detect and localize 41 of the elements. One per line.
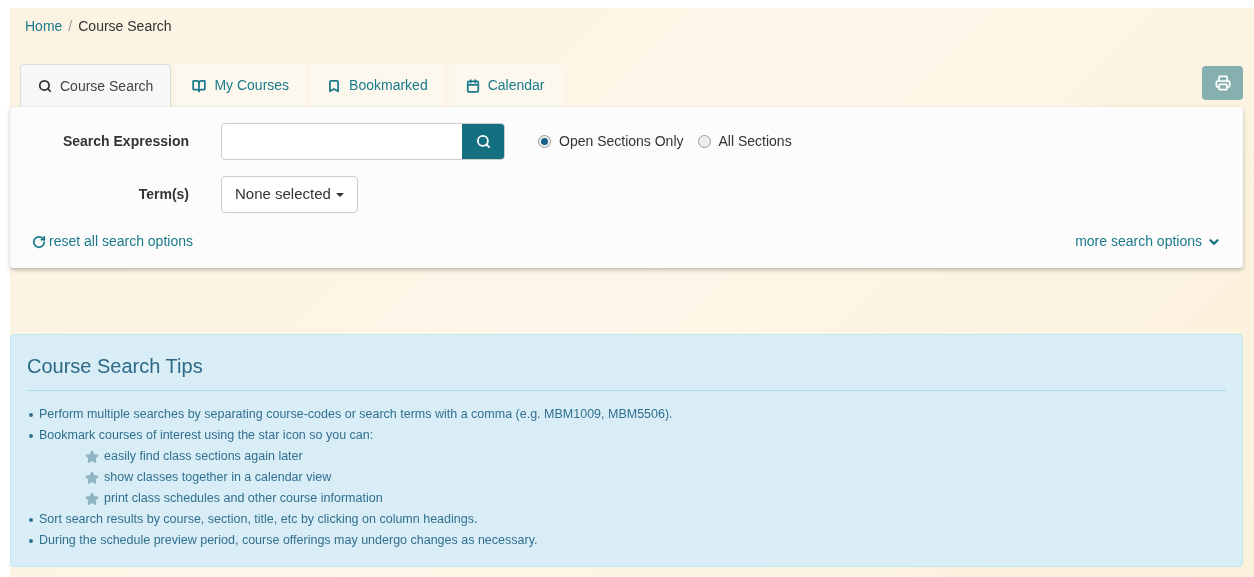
search-button[interactable]: [462, 124, 504, 159]
bookmark-icon: [327, 78, 342, 93]
tip-text: easily find class sections again later: [104, 448, 303, 465]
print-icon: [1214, 75, 1231, 91]
radio-button[interactable]: [697, 135, 711, 148]
tip-text: print class schedules and other course information: [104, 490, 383, 507]
search-icon: [38, 79, 52, 93]
field-label: Search Expression: [61, 132, 190, 151]
bullet: [29, 538, 33, 543]
refresh-icon: [32, 234, 46, 249]
tab[interactable]: Course Search: [20, 64, 172, 107]
tip-text: Bookmark courses of interest using the star icon so you can:: [39, 427, 374, 444]
bullet: [29, 412, 33, 417]
search-field[interactable]: [221, 123, 505, 160]
book-icon: [192, 78, 207, 93]
tip-text: Perform multiple searches by separating course-codes or search terms with a comma (e.g. MBM1009, MBM5506).: [39, 406, 673, 423]
star-icon: [85, 449, 99, 464]
star-icon: [85, 470, 99, 485]
field-label: Term(s): [137, 185, 190, 204]
tab[interactable]: Bookmarked: [310, 64, 445, 107]
tip-text: Sort search results by course, section, title, etc by clicking on column headings.: [39, 511, 478, 528]
tab[interactable]: Calendar: [448, 64, 562, 107]
bullet: [29, 433, 33, 438]
radio-label: Open Sections Only: [559, 132, 684, 151]
more-options-link[interactable]: more search options: [1075, 231, 1221, 252]
calendar-icon: [465, 78, 480, 93]
caret-icon: [335, 192, 344, 197]
tab[interactable]: My Courses: [175, 64, 307, 107]
search-icon: [475, 134, 491, 149]
reset-link[interactable]: reset all search options: [32, 231, 193, 252]
radio-label: All Sections: [718, 132, 792, 151]
breadcrumb-link[interactable]: Home: [25, 15, 63, 37]
radio-button[interactable]: [538, 135, 551, 148]
tips-title: Course Search Tips: [27, 351, 1226, 391]
tip-text: During the schedule preview period, course offerings may undergo changes as necessary.: [39, 532, 538, 549]
breadcrumb-current: Course Search: [78, 16, 172, 36]
terms-dropdown[interactable]: None selected: [221, 176, 358, 213]
star-icon: [85, 491, 99, 506]
bullet: [29, 517, 33, 522]
breadcrumb-separator: /: [68, 16, 73, 36]
tip-text: show classes together in a calendar view: [104, 469, 332, 486]
